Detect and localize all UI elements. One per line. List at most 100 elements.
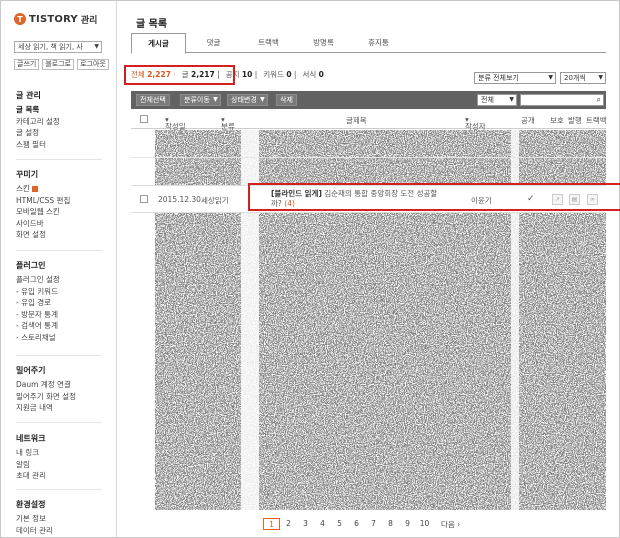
menu-section-network: 네트워크 내 링크 알림 초대 관리 xyxy=(16,433,46,482)
col-protect: 보호 xyxy=(550,116,564,125)
logout-link[interactable]: 로그아웃 xyxy=(77,59,109,70)
chevron-down-icon: ▼ xyxy=(509,96,514,103)
count-forms-label: 서식 xyxy=(302,70,317,79)
tab-trash[interactable]: 휴지통 xyxy=(351,33,406,53)
menu-mobile-skin[interactable]: 모바일웹 스킨 xyxy=(16,206,70,218)
chevron-down-icon: ▼ xyxy=(260,96,265,103)
chevron-down-icon: ▼ xyxy=(94,43,99,50)
page-5[interactable]: 5 xyxy=(331,518,348,530)
blog-select-value: 세상 읽기, 책 읽기, 사 xyxy=(18,43,83,51)
menu-category-settings[interactable]: 카테고리 설정 xyxy=(16,116,60,128)
divider xyxy=(16,250,102,251)
menu-skin-label: 스킨 xyxy=(16,184,30,193)
tab-guestbook[interactable]: 방명록 xyxy=(296,33,351,53)
page-7[interactable]: 7 xyxy=(365,518,382,530)
count-forms[interactable]: 서식 0 xyxy=(302,69,323,80)
menu-spam-filter[interactable]: 스팸 필터 xyxy=(16,139,60,151)
chevron-down-icon: ▼ xyxy=(213,96,218,103)
select-all-button[interactable]: 전체선택 xyxy=(136,94,170,106)
count-keywords[interactable]: 키워드 0 | xyxy=(263,69,296,80)
tab-posts[interactable]: 게시글 xyxy=(131,33,186,54)
menu-inflow-keyword[interactable]: - 유입 키워드 xyxy=(16,286,60,298)
tab-comments[interactable]: 댓글 xyxy=(186,33,241,53)
new-badge-icon xyxy=(31,186,38,192)
menu-skin[interactable]: 스킨 xyxy=(16,183,70,195)
menu-post-settings[interactable]: 글 설정 xyxy=(16,127,60,139)
menu-push-screen[interactable]: 밀어주기 화면 설정 xyxy=(16,391,76,403)
highlight-box-counts xyxy=(124,65,235,85)
post-category: 세상읽기 xyxy=(201,196,229,205)
menu-inflow-path[interactable]: - 유입 경로 xyxy=(16,297,60,309)
category-filter-value: 분류 전체보기 xyxy=(478,74,519,82)
per-page-value: 20개씩 xyxy=(564,74,586,82)
delete-button[interactable]: 삭제 xyxy=(276,94,297,106)
col-publish: 발행 xyxy=(568,116,582,125)
page-3[interactable]: 3 xyxy=(297,518,314,530)
page-10[interactable]: 10 xyxy=(416,518,433,530)
search-input[interactable]: ⌕ xyxy=(520,94,604,106)
page-9[interactable]: 9 xyxy=(399,518,416,530)
menu-plugin-settings[interactable]: 플러그인 설정 xyxy=(16,274,60,286)
highlight-box-post xyxy=(248,183,620,211)
page-8[interactable]: 8 xyxy=(382,518,399,530)
search-icon[interactable]: ⌕ xyxy=(597,95,601,105)
section-title: 꾸미기 xyxy=(16,170,39,179)
page-1[interactable]: 1 xyxy=(263,518,280,530)
menu-section-plugins: 플러그인 플러그인 설정 - 유입 키워드 - 유입 경로 - 방문자 통계 -… xyxy=(16,260,60,343)
tistory-logo[interactable]: T TISTORY 관리 xyxy=(14,12,97,26)
chevron-down-icon: ▼ xyxy=(598,74,603,81)
col-date[interactable]: 작성일 ▾ xyxy=(165,115,186,131)
divider xyxy=(16,422,102,423)
tab-bar: 게시글 댓글 트랙백 방명록 휴지통 xyxy=(131,33,606,54)
to-blog-link[interactable]: 블로그로 xyxy=(42,59,75,70)
move-category-button[interactable]: 분류이동 ▼ xyxy=(180,94,221,106)
count-forms-value: 0 xyxy=(318,70,324,79)
menu-invite-manage[interactable]: 초대 관리 xyxy=(16,470,46,482)
category-filter-select[interactable]: 분류 전체보기 ▼ xyxy=(474,72,556,84)
menu-my-links[interactable]: 내 링크 xyxy=(16,447,46,459)
menu-support-history[interactable]: 지원금 내역 xyxy=(16,402,76,414)
select-all-checkbox[interactable] xyxy=(140,115,148,123)
blog-select[interactable]: 세상 읽기, 책 읽기, 사 ▼ xyxy=(14,41,102,53)
divider xyxy=(16,159,102,160)
count-keywords-value: 0 xyxy=(286,70,292,79)
table-header: 작성일 ▾ 분류 ▾ 글제목 작성자 ▾ 공개 보호 발행 트랙백 xyxy=(131,109,607,131)
menu-search-stats[interactable]: - 검색어 통계 xyxy=(16,320,60,332)
section-title: 플러그인 xyxy=(16,261,46,270)
page-4[interactable]: 4 xyxy=(314,518,331,530)
next-page-button[interactable]: 다음 › xyxy=(441,519,460,530)
row-checkbox[interactable] xyxy=(140,195,148,203)
menu-data-manage[interactable]: 데이터 관리 xyxy=(16,525,53,537)
menu-daum-link[interactable]: Daum 계정 연결 xyxy=(16,379,76,391)
change-state-button[interactable]: 상태변경 ▼ xyxy=(227,94,268,106)
count-notices-value: 10 xyxy=(241,70,253,79)
menu-html-css[interactable]: HTML/CSS 편집 xyxy=(16,195,70,207)
logo-sub: 관리 xyxy=(80,15,98,26)
menu-sidebar[interactable]: 사이드바 xyxy=(16,218,70,230)
menu-notifications[interactable]: 알림 xyxy=(16,459,46,471)
menu-post-list[interactable]: 글 목록 xyxy=(16,104,60,116)
top-links: 글쓰기 블로그로 로그아웃 xyxy=(14,59,109,70)
col-trackback: 트랙백 xyxy=(586,116,607,125)
divider xyxy=(16,355,102,356)
menu-story-channel[interactable]: - 스토리채널 xyxy=(16,332,60,344)
tab-trackbacks[interactable]: 트랙백 xyxy=(241,33,296,53)
col-author[interactable]: 작성자 ▾ xyxy=(465,115,486,131)
section-title: 네트워크 xyxy=(16,434,46,443)
menu-visitor-stats[interactable]: - 방문자 통계 xyxy=(16,309,60,321)
menu-section-posts: 글 관리 글 목록 카테고리 설정 글 설정 스팸 필터 xyxy=(16,90,60,150)
menu-section-design: 꾸미기 스킨 HTML/CSS 편집 모바일웹 스킨 사이드바 화면 설정 xyxy=(16,169,70,241)
menu-basic-info[interactable]: 기본 정보 xyxy=(16,513,53,525)
tistory-logo-icon: T xyxy=(14,13,26,25)
col-category[interactable]: 분류 ▾ xyxy=(221,115,235,131)
per-page-select[interactable]: 20개씩 ▼ xyxy=(560,72,606,84)
write-link[interactable]: 글쓰기 xyxy=(14,59,40,70)
search-scope-select[interactable]: 전체 ▼ xyxy=(477,94,517,106)
list-toolbar: 전체선택 분류이동 ▼ 상태변경 ▼ 삭제 전체 ▼ ⌕ xyxy=(131,91,606,109)
col-public: 공개 xyxy=(521,116,535,125)
pagination: 1 2 3 4 5 6 7 8 9 10 다음 › xyxy=(263,518,460,530)
col-title: 글제목 xyxy=(346,116,367,125)
page-2[interactable]: 2 xyxy=(280,518,297,530)
page-6[interactable]: 6 xyxy=(348,518,365,530)
menu-screen-settings[interactable]: 화면 설정 xyxy=(16,229,70,241)
